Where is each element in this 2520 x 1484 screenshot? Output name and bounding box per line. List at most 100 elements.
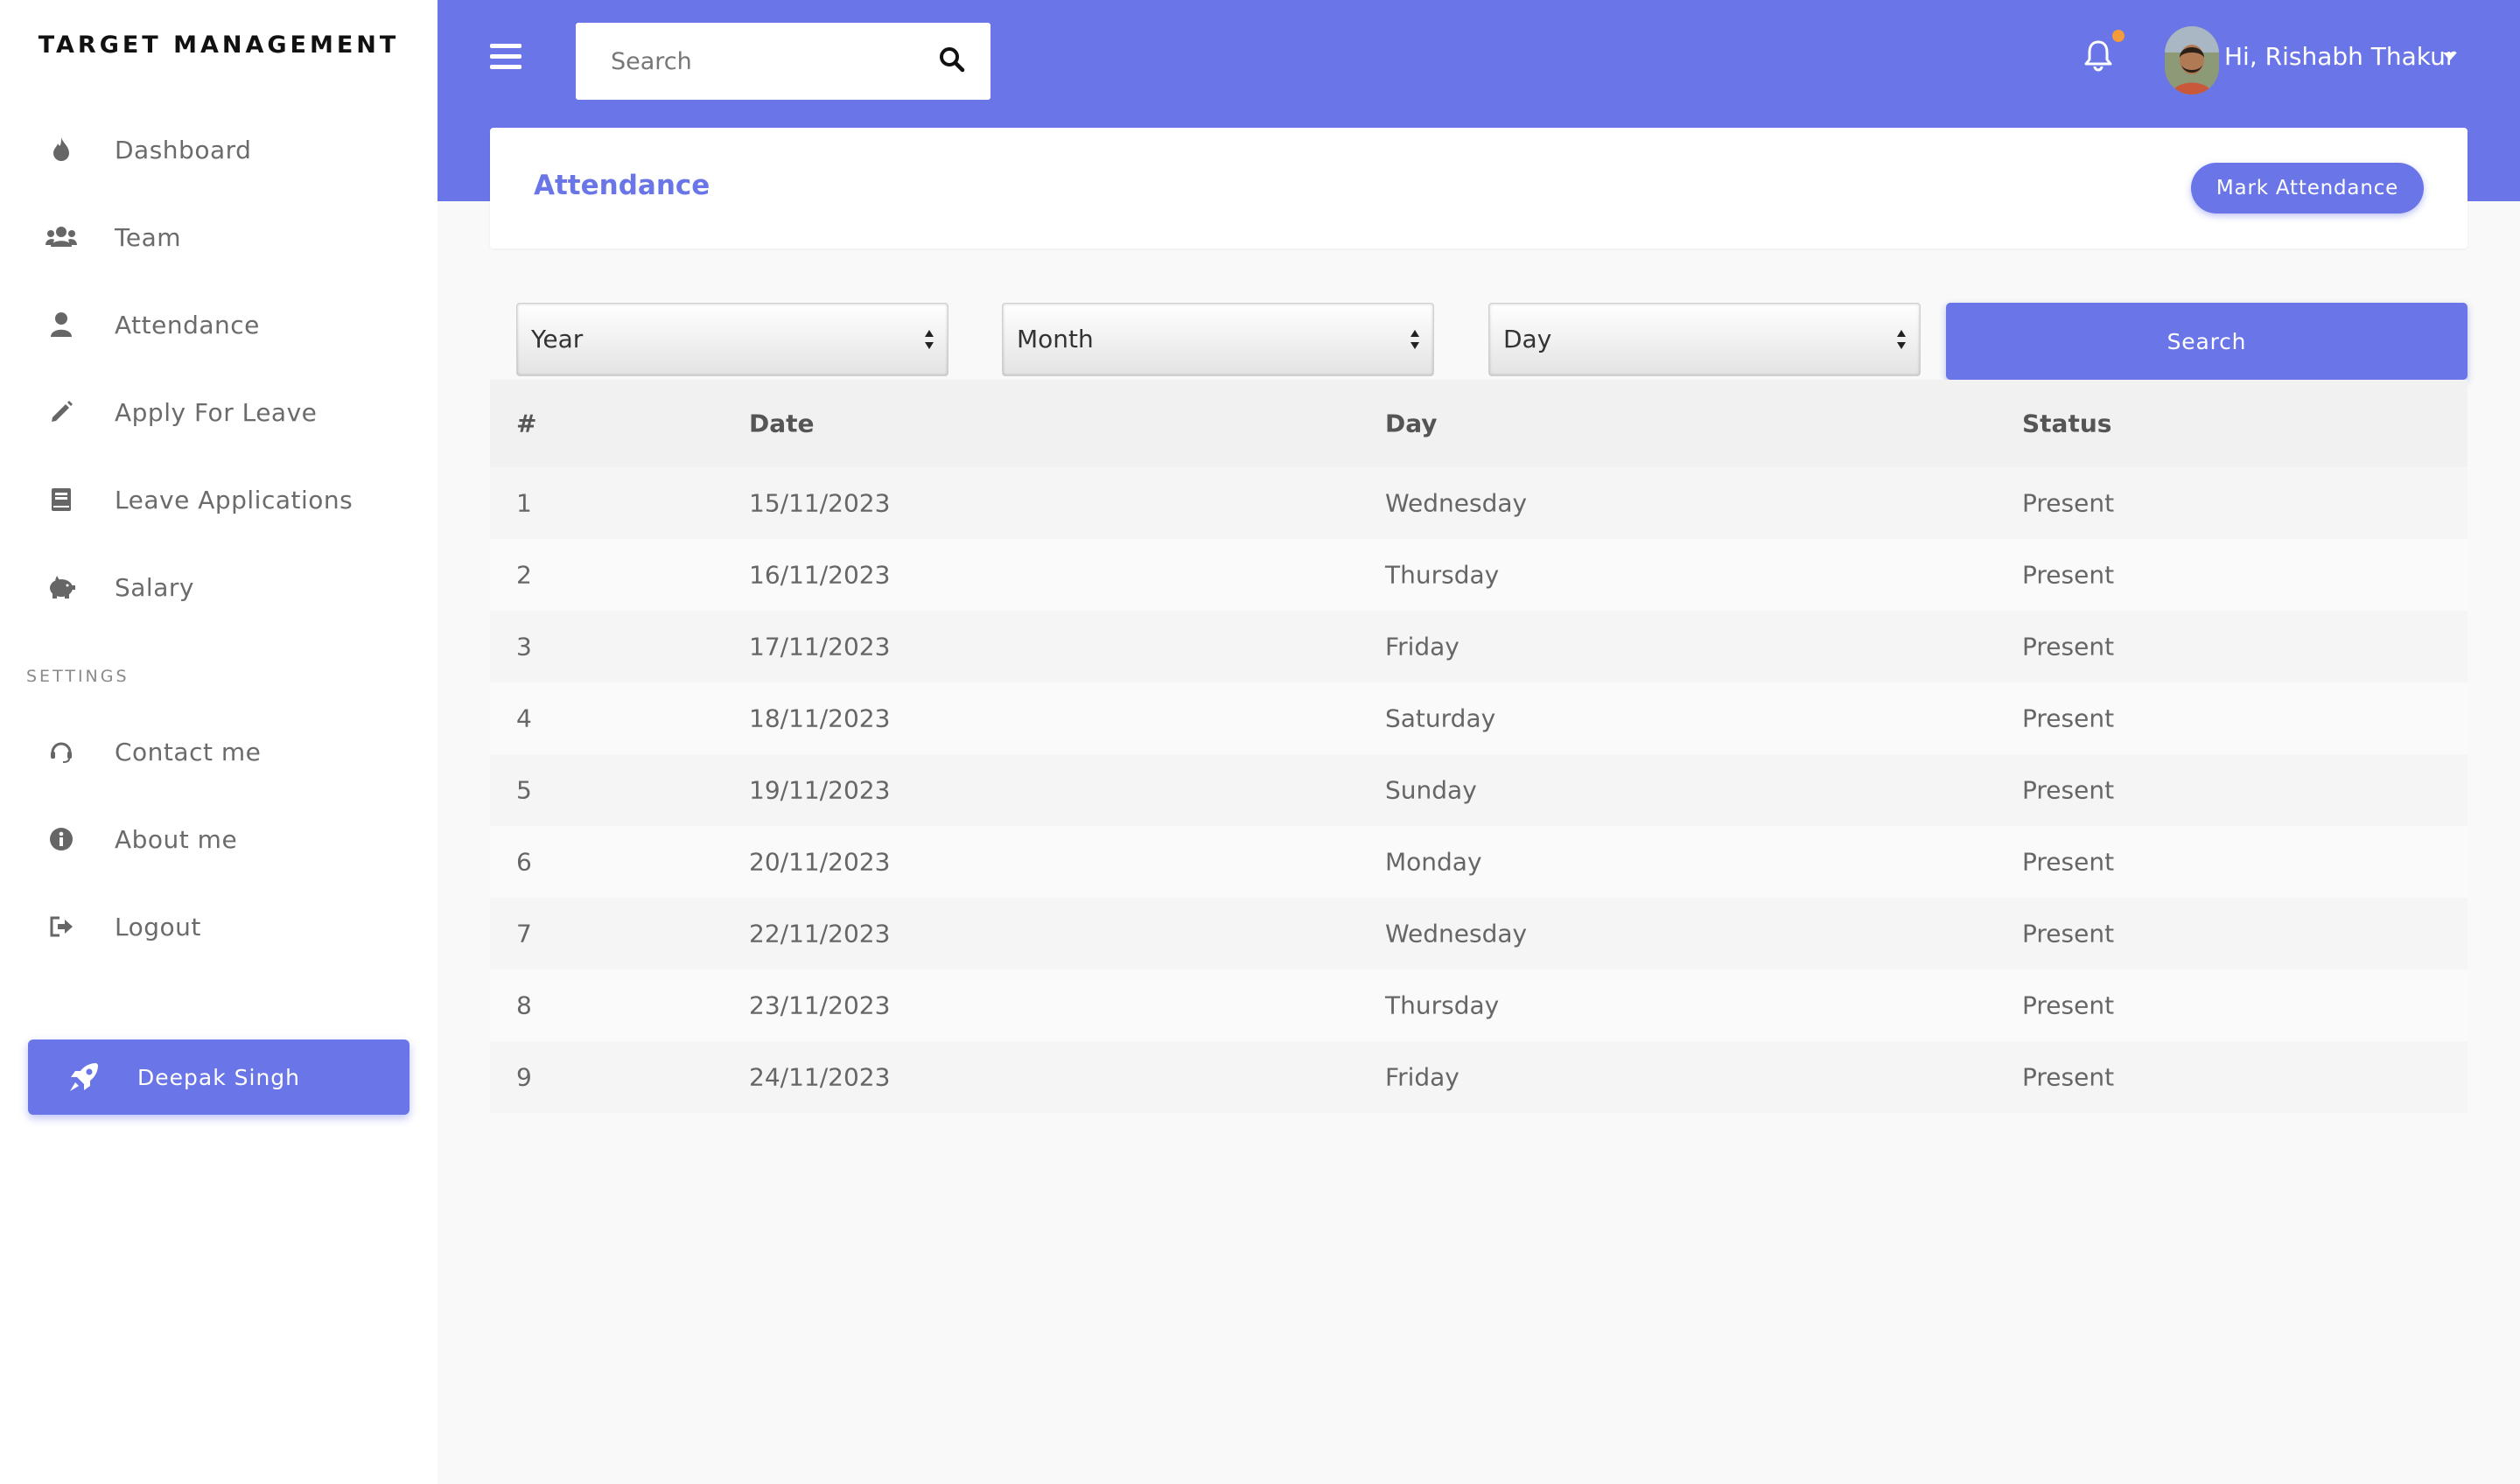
sidebar-item-label: Dashboard [115, 135, 252, 164]
table-cell: 8 [516, 990, 532, 1020]
sidebar-item-leave-applications[interactable]: Leave Applications [0, 460, 438, 539]
sidebar: TARGET MANAGEMENT Dashboard Team Attenda… [0, 0, 438, 1484]
sidebar-item-label: Team [115, 222, 182, 252]
table-cell: 16/11/2023 [749, 560, 891, 590]
piggy-bank-icon [44, 570, 79, 605]
table-cell: Friday [1385, 1062, 1460, 1092]
column-header: # [516, 409, 537, 438]
avatar[interactable] [2165, 26, 2219, 94]
table-cell: 3 [516, 632, 532, 662]
sidebar-item-apply-leave[interactable]: Apply For Leave [0, 373, 438, 452]
select-arrows-icon [1895, 326, 1908, 353]
table-cell: Present [2022, 704, 2115, 733]
table-cell: Saturday [1385, 704, 1496, 733]
table-cell: Thursday [1385, 990, 1500, 1020]
search-icon[interactable] [938, 46, 968, 75]
sidebar-item-logout[interactable]: Logout [0, 887, 438, 966]
user-card-button[interactable]: Deepak Singh [28, 1040, 410, 1115]
table-cell: Present [2022, 560, 2115, 590]
table-cell: Present [2022, 847, 2115, 877]
page-title: Attendance [534, 170, 710, 201]
column-header: Date [749, 409, 815, 438]
users-icon [44, 220, 79, 255]
table-cell: 24/11/2023 [749, 1062, 891, 1092]
book-icon [44, 482, 79, 517]
pencil-icon [44, 395, 79, 430]
sidebar-item-about[interactable]: About me [0, 800, 438, 878]
table-row: 3 17/11/2023 Friday Present [490, 611, 2468, 682]
settings-section-title: SETTINGS [26, 667, 130, 686]
table-cell: Monday [1385, 847, 1482, 877]
table-cell: Thursday [1385, 560, 1500, 590]
table-cell: Sunday [1385, 775, 1477, 805]
notification-badge [2112, 30, 2124, 42]
mark-attendance-button[interactable]: Mark Attendance [2191, 163, 2424, 214]
table-cell: Present [2022, 1062, 2115, 1092]
table-row: 4 18/11/2023 Saturday Present [490, 682, 2468, 754]
table-cell: 4 [516, 704, 532, 733]
sidebar-item-team[interactable]: Team [0, 198, 438, 276]
sidebar-item-attendance[interactable]: Attendance [0, 285, 438, 364]
table-cell: 23/11/2023 [749, 990, 891, 1020]
table-cell: 5 [516, 775, 532, 805]
table-cell: 15/11/2023 [749, 488, 891, 518]
page-header-card: Attendance Mark Attendance [490, 128, 2468, 248]
user-card-name: Deepak Singh [137, 1064, 300, 1090]
table-cell: Friday [1385, 632, 1460, 662]
table-cell: 18/11/2023 [749, 704, 891, 733]
table-cell: 2 [516, 560, 532, 590]
search-button[interactable]: Search [1946, 303, 2468, 380]
day-select[interactable]: Day [1488, 303, 1921, 376]
month-select-value: Month [1017, 325, 1094, 354]
sign-out-icon [44, 909, 79, 944]
sidebar-item-label: Apply For Leave [115, 397, 318, 427]
table-cell: Present [2022, 632, 2115, 662]
sidebar-item-label: Leave Applications [115, 485, 354, 514]
table-row: 9 24/11/2023 Friday Present [490, 1041, 2468, 1113]
table-cell: 19/11/2023 [749, 775, 891, 805]
user-icon [44, 307, 79, 342]
sidebar-item-label: Contact me [115, 737, 262, 766]
sidebar-item-contact[interactable]: Contact me [0, 712, 438, 791]
table-cell: Wednesday [1385, 919, 1528, 948]
sidebar-item-label: About me [115, 824, 238, 854]
select-arrows-icon [1409, 326, 1421, 353]
search-input[interactable] [611, 44, 908, 79]
day-select-value: Day [1503, 325, 1552, 354]
table-cell: 22/11/2023 [749, 919, 891, 948]
brand-title: TARGET MANAGEMENT [38, 32, 400, 59]
table-cell: Present [2022, 775, 2115, 805]
select-arrows-icon [923, 326, 935, 353]
menu-toggle-icon[interactable] [490, 44, 522, 74]
sidebar-item-label: Attendance [115, 310, 260, 340]
table-row: 6 20/11/2023 Monday Present [490, 826, 2468, 898]
sidebar-item-dashboard[interactable]: Dashboard [0, 110, 438, 189]
month-select[interactable]: Month [1002, 303, 1434, 376]
column-header: Day [1385, 409, 1438, 438]
chevron-down-icon[interactable] [2443, 52, 2457, 60]
year-select-value: Year [531, 325, 584, 354]
fire-icon [44, 132, 79, 167]
sidebar-item-salary[interactable]: Salary [0, 548, 438, 626]
sidebar-item-label: Salary [115, 572, 194, 602]
user-menu-toggle[interactable]: Hi, Rishabh Thakur [2224, 42, 2455, 71]
table-cell: Wednesday [1385, 488, 1528, 518]
table-row: 5 19/11/2023 Sunday Present [490, 754, 2468, 826]
table-cell: Present [2022, 919, 2115, 948]
year-select[interactable]: Year [516, 303, 948, 376]
table-cell: 9 [516, 1062, 532, 1092]
sidebar-item-label: Logout [115, 912, 201, 942]
table-row: 1 15/11/2023 Wednesday Present [490, 467, 2468, 539]
notification-bell-icon[interactable] [2081, 38, 2116, 74]
attendance-table: # Date Day Status 1 15/11/2023 Wednesday Pr… [490, 380, 2468, 1113]
table-cell: Present [2022, 990, 2115, 1020]
table-body: 1 15/11/2023 Wednesday Present 2 16/11/2023 Th… [490, 467, 2468, 1113]
headset-icon [44, 734, 79, 769]
header-search [576, 23, 990, 100]
table-row: 7 22/11/2023 Wednesday Present [490, 898, 2468, 970]
table-cell: 1 [516, 488, 532, 518]
table-row: 2 16/11/2023 Thursday Present [490, 539, 2468, 611]
table-row: 8 23/11/2023 Thursday Present [490, 970, 2468, 1041]
table-cell: 7 [516, 919, 532, 948]
table-cell: 20/11/2023 [749, 847, 891, 877]
